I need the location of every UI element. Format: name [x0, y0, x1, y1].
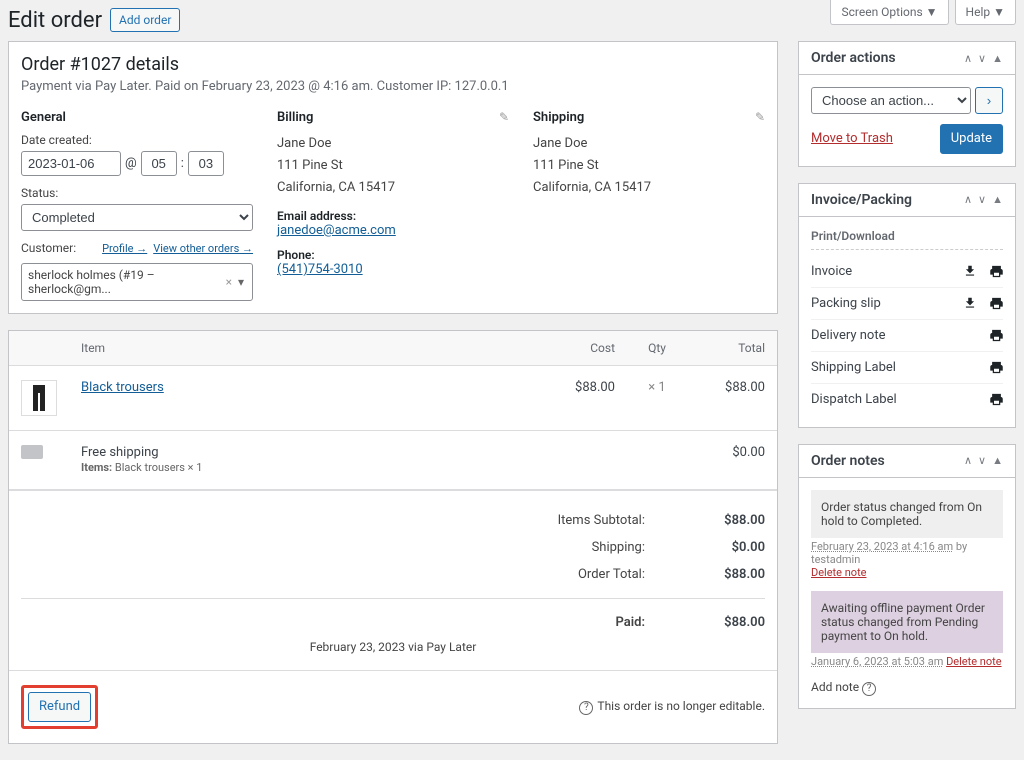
move-up-icon[interactable]: ∧	[964, 193, 972, 206]
date-input[interactable]	[21, 151, 121, 176]
col-cost: Cost	[547, 331, 627, 366]
profile-link[interactable]: Profile →	[102, 242, 147, 255]
billing-address: Jane Doe 111 Pine St California, CA 1541…	[277, 133, 509, 199]
printer-icon[interactable]	[989, 328, 1003, 342]
move-up-icon[interactable]: ∧	[964, 52, 972, 65]
product-link[interactable]: Black trousers	[81, 380, 164, 395]
status-label: Status:	[21, 186, 253, 200]
move-down-icon[interactable]: ∨	[978, 193, 986, 206]
line-item-row: Black trousers $88.00 × 1 $88.00	[9, 366, 777, 431]
minute-input[interactable]	[188, 151, 224, 176]
move-down-icon[interactable]: ∨	[978, 454, 986, 467]
status-select[interactable]: Completed	[21, 204, 253, 231]
order-title: Order #1027 details	[21, 54, 765, 75]
print-row-dispatchlabel: Dispatch Label	[811, 384, 1003, 415]
general-heading: General	[21, 110, 253, 125]
order-actions-box: Order actions ∧∨▲ Choose an action... › …	[798, 41, 1016, 167]
print-row-deliverynote: Delivery note	[811, 320, 1003, 352]
printer-icon[interactable]	[989, 264, 1003, 278]
view-orders-link[interactable]: View other orders →	[153, 242, 253, 255]
product-thumb-icon	[21, 380, 57, 416]
add-order-button[interactable]: Add order	[110, 8, 180, 32]
printer-icon[interactable]	[989, 392, 1003, 406]
chevron-down-icon[interactable]: ▾	[236, 275, 246, 289]
collapse-icon[interactable]: ▲	[992, 193, 1003, 206]
billing-heading: Billing	[277, 110, 509, 125]
move-up-icon[interactable]: ∧	[964, 454, 972, 467]
move-down-icon[interactable]: ∨	[978, 52, 986, 65]
shipping-heading: Shipping	[533, 110, 765, 125]
add-note-label: Add note ?	[811, 680, 880, 694]
shipping-row: Free shipping Items: Black trousers × 1 …	[9, 431, 777, 490]
date-created-label: Date created:	[21, 133, 253, 147]
invoice-packing-box: Invoice/Packing ∧∨▲ Print/Download Invoi…	[798, 183, 1016, 428]
update-button[interactable]: Update	[940, 124, 1003, 154]
shipping-address: Jane Doe 111 Pine St California, CA 1541…	[533, 133, 765, 199]
download-icon[interactable]	[963, 296, 977, 310]
not-editable-text: ?This order is no longer editable.	[579, 699, 765, 715]
page-title: Edit order	[8, 8, 102, 33]
order-subtitle: Payment via Pay Later. Paid on February …	[21, 79, 765, 94]
download-icon[interactable]	[963, 264, 977, 278]
execute-action-button[interactable]: ›	[975, 87, 1003, 114]
col-total: Total	[687, 331, 777, 366]
delete-note-link[interactable]: Delete note	[946, 655, 1002, 668]
line-items-box: Item Cost Qty Total Black trousers $88.0…	[8, 330, 778, 744]
collapse-icon[interactable]: ▲	[992, 454, 1003, 467]
refund-button[interactable]: Refund	[28, 692, 91, 722]
order-details-box: Order #1027 details Payment via Pay Late…	[8, 41, 778, 314]
order-note: Awaiting offline payment Order status ch…	[811, 591, 1003, 653]
order-notes-box: Order notes ∧∨▲ Order status changed fro…	[798, 444, 1016, 709]
edit-shipping-icon[interactable]: ✎	[755, 110, 765, 124]
paid-via-text: February 23, 2023 via Pay Later	[21, 640, 765, 654]
help-tab[interactable]: Help ▼	[955, 0, 1016, 25]
info-icon: ?	[862, 682, 876, 696]
billing-phone-link[interactable]: (541)754-3010	[277, 262, 363, 277]
info-icon: ?	[579, 701, 593, 715]
billing-email-link[interactable]: janedoe@acme.com	[277, 223, 396, 238]
hour-input[interactable]	[141, 151, 177, 176]
customer-label: Customer:	[21, 241, 76, 255]
col-item: Item	[69, 331, 547, 366]
col-qty: Qty	[627, 331, 687, 366]
screen-options-tab[interactable]: Screen Options ▼	[830, 0, 948, 25]
printer-icon[interactable]	[989, 296, 1003, 310]
order-action-select[interactable]: Choose an action...	[811, 87, 971, 114]
collapse-icon[interactable]: ▲	[992, 52, 1003, 65]
edit-billing-icon[interactable]: ✎	[499, 110, 509, 124]
delete-note-link[interactable]: Delete note	[811, 566, 867, 579]
truck-icon	[21, 445, 43, 459]
print-row-shippinglabel: Shipping Label	[811, 352, 1003, 384]
order-note: Order status changed from On hold to Com…	[811, 490, 1003, 538]
print-row-invoice: Invoice	[811, 256, 1003, 288]
printer-icon[interactable]	[989, 360, 1003, 374]
customer-select[interactable]: sherlock holmes (#19 – sherlock@gm... × …	[21, 263, 253, 301]
clear-customer-icon[interactable]: ×	[222, 275, 236, 289]
print-row-packingslip: Packing slip	[811, 288, 1003, 320]
move-to-trash-link[interactable]: Move to Trash	[811, 131, 893, 146]
